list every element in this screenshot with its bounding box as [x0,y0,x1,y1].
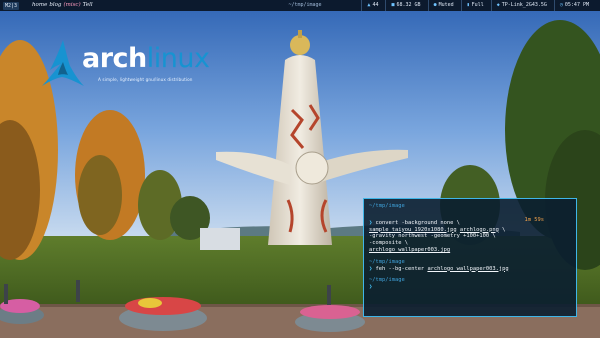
terminal-cwd-2: ~/tmp/image [369,258,405,265]
file-link[interactable]: sample_taiyou_1920x1080.jpg [369,227,457,233]
memory-module[interactable]: ■ 68.32 GB [385,0,425,11]
arch-wordmark: archlinux [82,43,210,74]
file-link[interactable]: archlogo_wallpaper003.jpg [427,266,508,272]
status-bar: M2|3 home blog (misc) Tell ~/tmp/image ▲… [0,0,600,11]
terminal-window[interactable]: ~/tmp/image 1m 59s ❯ convert -background… [363,198,577,317]
app-blog[interactable]: blog [49,0,61,11]
terminal-input-line[interactable]: ❯ [369,284,571,291]
arch-tagline: A simple, lightweight gnu/linux distribu… [98,77,193,82]
prompt-icon: ❯ [369,284,373,291]
volume-value: 44 [372,2,379,8]
battery-module[interactable]: ▮ Full [460,0,489,11]
workspace-label: M2|3 [3,1,20,10]
memory-icon: ■ [391,2,395,8]
wifi-icon: ◆ [496,2,500,8]
terminal-command-line-4: -composite \ [369,240,408,247]
file-link[interactable]: archlogo.png [460,227,499,233]
prompt-icon: ❯ [369,219,373,226]
app-misc[interactable]: (misc) [63,0,80,11]
clock-icon: ◷ [559,2,563,8]
mute-icon: ● [433,2,437,8]
terminal-command-line-2: sample_taiyou_1920x1080.jpg archlogo.png… [369,227,571,234]
arch-linux-logo: archlinux A simple, lightweight gnu/linu… [40,38,220,94]
battery-icon: ▮ [466,2,470,8]
workspace-apps: home blog (misc) Tell [32,0,93,11]
mute-value: Muted [438,2,454,8]
volume-icon: ▲ [367,2,371,8]
window-title-text: ~/tmp/image [288,2,322,8]
wifi-value: TP-Link_2G43.5G [501,2,547,8]
battery-value: Full [471,2,484,8]
file-link[interactable]: archlogo_wallpaper003.jpg [369,247,450,253]
arch-logo-icon [42,40,84,86]
status-modules: ▲ 44 ■ 68.32 GB ● Muted ▮ Full ◆ TP-Link… [361,0,594,11]
prompt-icon: ❯ [369,265,373,272]
clock-value: 05:47 PM [564,2,589,8]
app-home[interactable]: home [32,0,47,11]
wordmark-arch: arch [82,43,147,74]
terminal-cwd-1: ~/tmp/image [369,203,405,209]
terminal-command-line-6: ❯ feh --bg-center archlogo_wallpaper003.… [369,266,571,273]
terminal-command-line-5: archlogo_wallpaper003.jpg [369,247,571,254]
volume-module[interactable]: ▲ 44 [361,0,383,11]
terminal-cwd-3: ~/tmp/image [369,277,405,284]
terminal-elapsed-time: 1m 59s [524,217,544,223]
window-title: ~/tmp/image [260,0,350,11]
cmd-text: feh --bg-center [375,265,428,272]
mute-module[interactable]: ● Muted [427,0,459,11]
wifi-module[interactable]: ◆ TP-Link_2G43.5G [490,0,552,11]
cmd-text: convert -background none \ [375,219,460,226]
app-tell[interactable]: Tell [83,0,93,11]
wordmark-linux: linux [146,43,210,74]
cmd-text: \ [498,226,506,233]
terminal-command-line-3: -gravity northwest -geometry +100+100 \ [369,233,496,240]
workspace-indicator[interactable]: M2|3 [3,0,20,11]
memory-value: 68.32 GB [396,2,421,8]
clock-module[interactable]: ◷ 05:47 PM [553,0,594,11]
